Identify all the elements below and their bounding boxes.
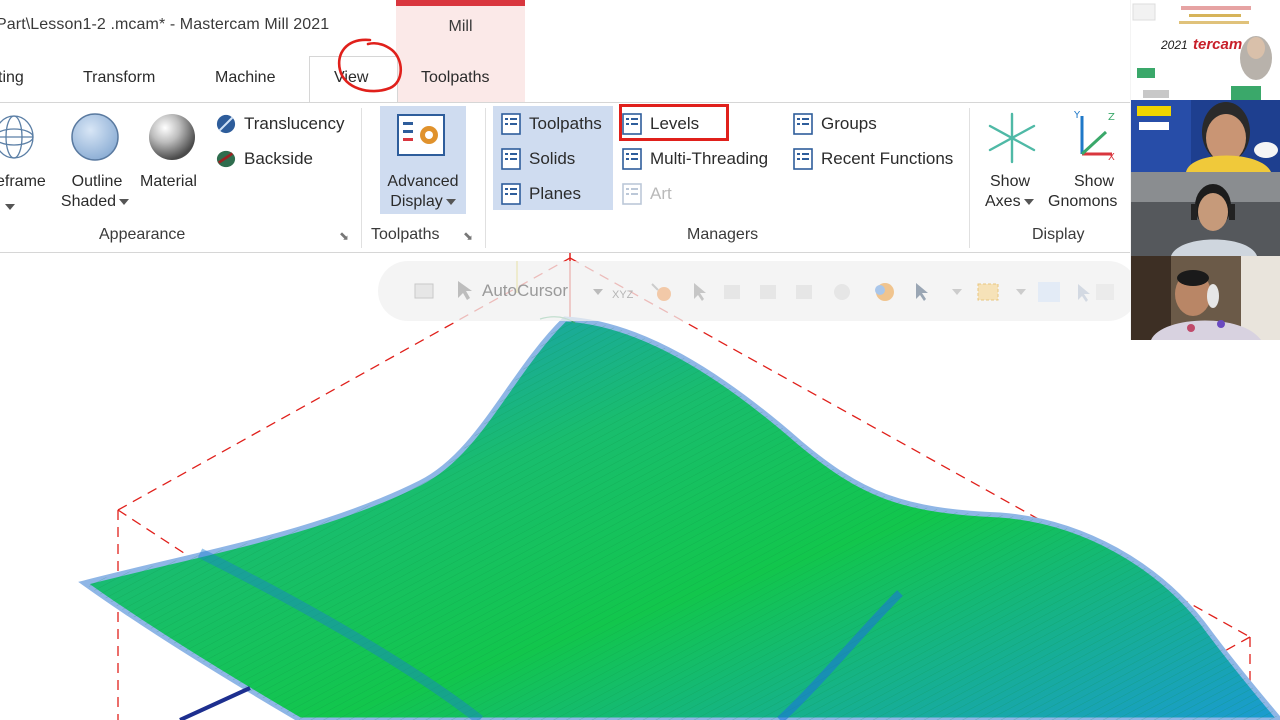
show-axes-label-2[interactable]: Axes [985,192,1034,212]
autocursor-dropdown[interactable] [590,283,603,301]
backside-button[interactable]: Backside [210,144,313,174]
webcam-tile-presenter: 2021 tercam [1131,0,1280,172]
select-dropdown[interactable] [949,283,962,301]
snap-icon[interactable] [648,280,678,304]
toolpaths-manager-label: Toolpaths [529,114,602,133]
toolpath-surface-render [78,253,1280,720]
chevron-down-icon [1023,198,1034,205]
webcam-panel: 2021 tercam [1130,0,1280,340]
advanced-display-label-text: Display [390,193,443,210]
multi-threading-manager-label: Multi-Threading [650,149,769,168]
selection-mode-icons[interactable] [722,282,872,302]
show-gnomons-icon[interactable]: Y Z X [1068,108,1122,166]
backside-label: Backside [244,149,313,168]
outline-shaded-icon[interactable] [71,113,121,163]
advanced-display-label-1: Advanced [387,173,459,190]
autocursor-label[interactable]: AutoCursor [482,281,568,301]
wireframe-button-label[interactable]: eframe [0,172,46,192]
outline-shaded-label-1[interactable]: Outline [58,172,136,192]
list-panel-icon [793,113,813,135]
toolpaths-launcher-icon[interactable]: ⬊ [463,229,473,243]
window-select-dropdown[interactable] [1013,283,1026,301]
groups-manager-label: Groups [821,114,877,133]
art-manager-label: Art [650,184,672,203]
group-separator [485,108,486,248]
graphics-viewport[interactable]: AutoCursor XYZ [0,253,1280,720]
translucency-button[interactable]: Translucency [210,109,344,139]
select-arrow-icon[interactable] [910,280,936,304]
material-button-label[interactable]: Material [140,172,197,192]
solids-manager-button[interactable]: Solids [495,144,575,174]
show-gnomons-label-2[interactable]: Gnomons [1048,192,1130,212]
list-panel-icon [622,148,642,170]
advanced-display-label-2: Display [380,192,466,212]
group-separator [969,108,970,248]
xyz-label[interactable]: XYZ [612,289,633,301]
mill-context-label: Mill [448,18,473,35]
cursor-icon[interactable] [452,278,478,302]
art-manager-button[interactable]: Art [616,179,672,209]
recent-functions-manager-button[interactable]: Recent Functions [787,144,953,174]
webcam-tile-participant-1 [1131,172,1280,256]
group-label-appearance: Appearance [99,226,186,243]
tab-drafting[interactable]: ting [0,69,24,87]
wireframe-icon[interactable] [0,113,38,161]
wireframe-dropdown[interactable] [2,198,15,216]
svg-text:Z: Z [1108,112,1115,123]
color-select-icon[interactable] [870,280,900,304]
tab-machine[interactable]: Machine [215,69,275,87]
planes-manager-label: Planes [529,184,581,203]
group-label-managers: Managers [687,226,759,243]
outline-shaded-label-text: Shaded [60,193,117,210]
view-tools-icons[interactable] [1034,278,1124,306]
show-axes-label-text: Axes [985,193,1021,210]
svg-text:tercam: tercam [1193,36,1242,53]
planes-manager-button[interactable]: Planes [495,179,581,209]
show-axes-label-1[interactable]: Show [990,172,1030,192]
list-panel-icon [501,113,521,135]
window-select-icon[interactable] [975,280,1003,304]
pointer-icon[interactable] [688,280,712,304]
tab-toolpaths[interactable]: Toolpaths [421,69,490,87]
chevron-down-icon [445,198,456,205]
show-gnomons-label-text: Gnomons [1048,193,1118,210]
svg-text:2021: 2021 [1160,38,1188,52]
appearance-launcher-icon[interactable]: ⬊ [339,229,349,243]
tab-view[interactable]: View [334,69,368,87]
list-panel-icon [501,148,521,170]
show-axes-icon[interactable] [986,110,1038,168]
translucency-icon [216,114,236,134]
solids-manager-label: Solids [529,149,576,168]
group-label-toolpaths: Toolpaths [371,226,440,243]
backside-icon [216,150,236,168]
levels-highlight-box [619,104,729,141]
recent-functions-manager-label: Recent Functions [821,149,954,168]
show-gnomons-label-1[interactable]: Show [1074,172,1114,192]
svg-text:X: X [1108,152,1115,163]
course-poster-image: 2021 tercam [1131,0,1280,172]
chevron-down-icon [119,198,130,205]
group-label-display: Display [1032,226,1085,243]
svg-text:Y: Y [1073,110,1081,121]
list-panel-icon [501,183,521,205]
group-separator [361,108,362,248]
advanced-display-icon [397,114,445,156]
groups-manager-button[interactable]: Groups [787,109,877,139]
material-icon[interactable] [148,113,198,163]
outline-shaded-label-2[interactable]: Shaded [55,192,135,212]
toolpaths-manager-button[interactable]: Toolpaths [495,109,602,139]
participant-1-video [1131,172,1280,256]
list-panel-icon [622,183,642,205]
window-title: Part\Lesson1-2 .mcam* - Mastercam Mill 2… [0,16,330,33]
participant-2-video [1131,256,1280,340]
select-icon[interactable] [412,278,440,302]
list-panel-icon [793,148,813,170]
tab-transform[interactable]: Transform [83,69,155,87]
title-bar: Part\Lesson1-2 .mcam* - Mastercam Mill 2… [0,0,1130,52]
multi-threading-manager-button[interactable]: Multi-Threading [616,144,768,174]
translucency-label: Translucency [244,114,345,133]
webcam-tile-participant-2 [1131,256,1280,340]
